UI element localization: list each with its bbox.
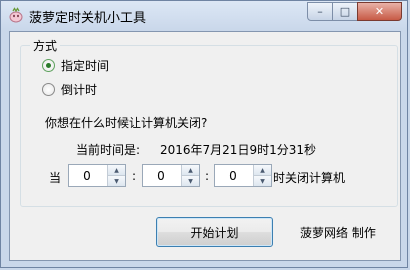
shutdown-question: 你想在什么时候让计算机关闭? [45, 116, 208, 130]
hours-down-arrow-icon[interactable]: ▼ [108, 176, 125, 186]
minutes-spinbox[interactable]: ▲ ▼ [142, 164, 200, 187]
maximize-icon: □ [339, 5, 351, 18]
radio-specified-time[interactable]: 指定时间 [42, 57, 109, 74]
radio-countdown[interactable]: 倒计时 [42, 81, 97, 98]
hours-up-arrow-icon[interactable]: ▲ [108, 165, 125, 176]
radio-unselected-icon[interactable] [42, 83, 55, 96]
radio-specified-time-label: 指定时间 [61, 59, 110, 73]
time-separator: : [132, 169, 137, 183]
minutes-down-arrow-icon[interactable]: ▼ [182, 176, 199, 186]
seconds-input[interactable] [215, 165, 251, 186]
hours-input[interactable] [69, 165, 105, 186]
mode-group-legend: 方式 [30, 37, 61, 54]
seconds-spinbox[interactable]: ▲ ▼ [214, 164, 272, 187]
minimize-icon: – [317, 5, 323, 18]
close-button[interactable]: ✕ [357, 2, 402, 21]
hours-spinbox[interactable]: ▲ ▼ [68, 164, 126, 187]
close-icon: ✕ [374, 5, 385, 18]
window-title: 菠萝定时关机小工具 [29, 11, 147, 26]
current-time-label: 当前时间是: [76, 143, 141, 157]
credit-text: 菠萝网络 制作 [300, 226, 376, 240]
title-bar[interactable]: 菠萝定时关机小工具 – □ ✕ [1, 1, 409, 29]
current-time-value: 2016年7月21日9时1分31秒 [160, 143, 316, 157]
seconds-up-arrow-icon[interactable]: ▲ [254, 165, 271, 176]
time-separator: : [205, 169, 210, 183]
minutes-input[interactable] [143, 165, 179, 186]
schedule-prefix: 当 [49, 171, 62, 185]
seconds-down-arrow-icon[interactable]: ▼ [254, 176, 271, 186]
radio-countdown-label: 倒计时 [61, 83, 98, 97]
minimize-button[interactable]: – [307, 2, 333, 21]
pineapple-app-icon [9, 7, 23, 23]
minutes-up-arrow-icon[interactable]: ▲ [182, 165, 199, 176]
start-plan-button[interactable]: 开始计划 [156, 217, 273, 247]
radio-selected-icon[interactable] [42, 59, 55, 72]
maximize-button[interactable]: □ [332, 2, 358, 21]
schedule-suffix: 时关闭计算机 [273, 171, 346, 185]
